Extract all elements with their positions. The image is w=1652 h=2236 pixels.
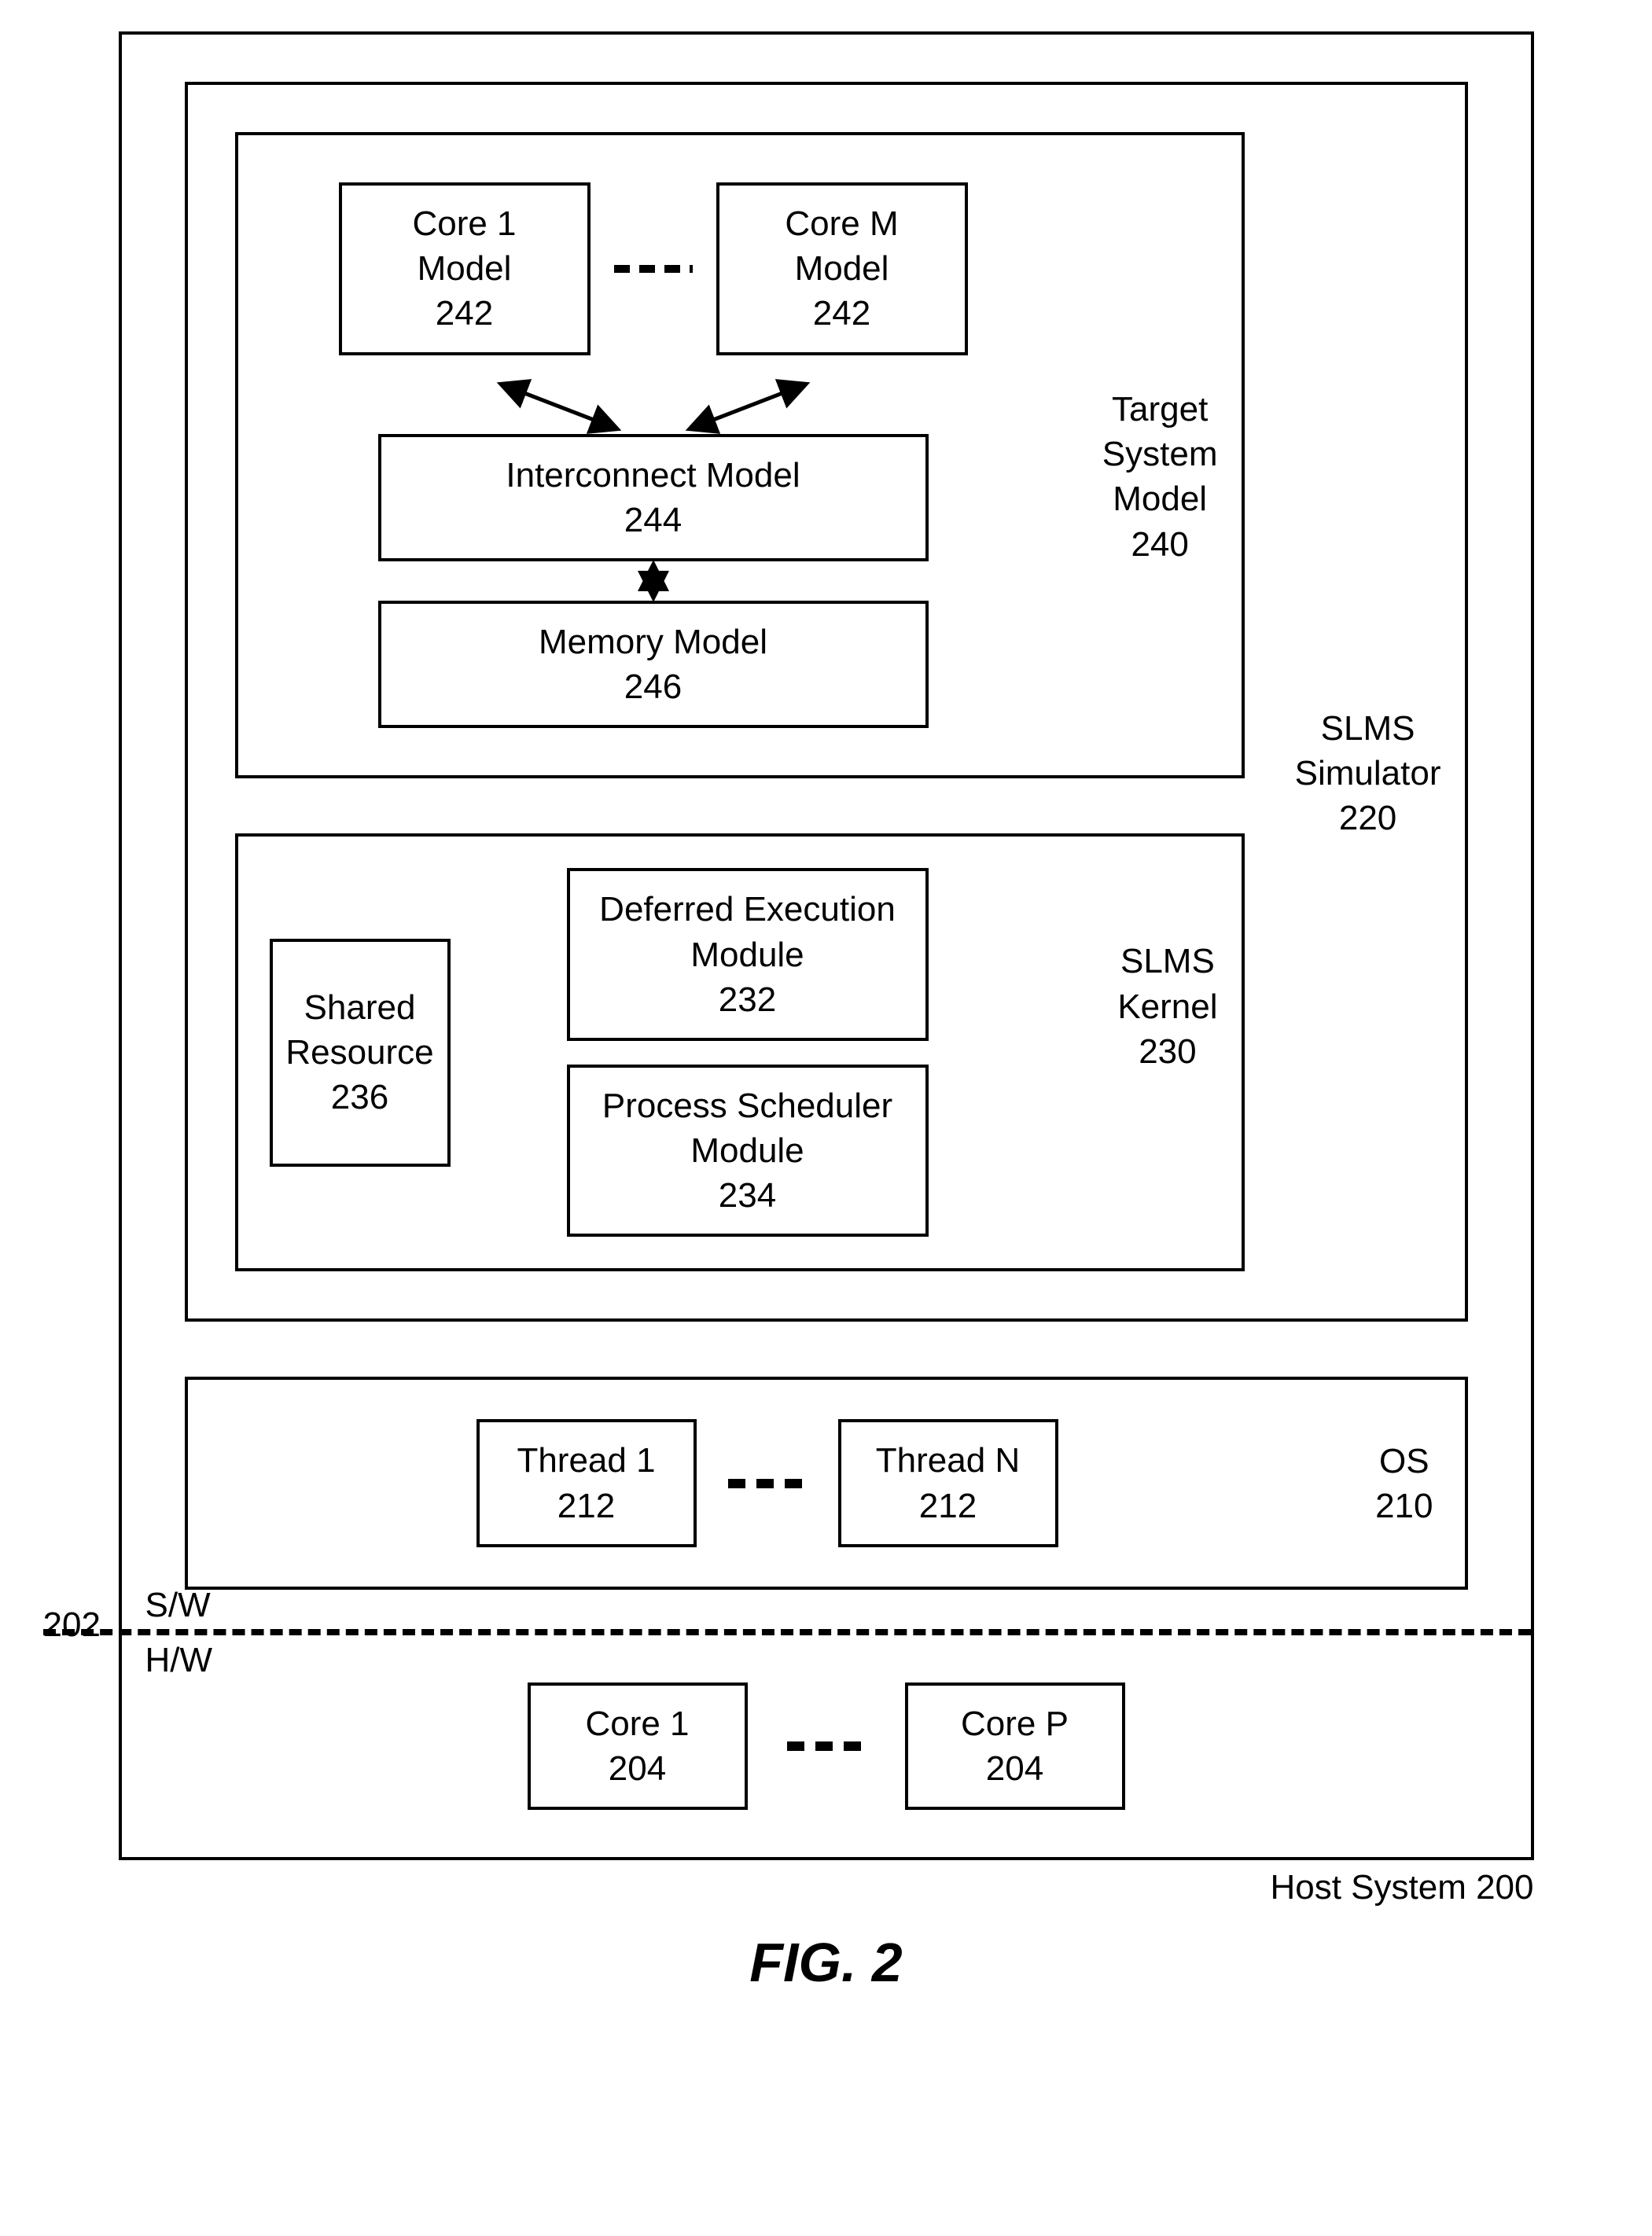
hw-cores-row: Core 1 204 Core P 204 [185, 1683, 1468, 1810]
core-1-model-box: Core 1 Model 242 [339, 182, 591, 355]
tsm-label-line2: System [1102, 432, 1218, 476]
kernel-label-line1: SLMS [1117, 939, 1217, 984]
thread-1-box: Thread 1 212 [476, 1419, 697, 1546]
slms-simulator-label: SLMS Simulator 220 [1295, 706, 1441, 841]
hw-sw-divider: 202 S/W H/W [185, 1629, 1468, 1635]
os-label-num: 210 [1375, 1484, 1433, 1528]
core-m-model-box: Core M Model 242 [716, 182, 968, 355]
memory-model-num: 246 [405, 664, 902, 709]
tsm-label-num: 240 [1102, 522, 1218, 567]
figure-title: FIG. 2 [31, 1931, 1621, 1994]
tsm-label-line1: Target [1102, 387, 1218, 432]
shared-resource-line2: Resource [285, 1030, 433, 1075]
core-1-model-num: 242 [366, 291, 564, 336]
ref-202-label: 202 [43, 1605, 101, 1645]
interconnect-model-name: Interconnect Model [405, 453, 902, 498]
slms-sim-num: 220 [1295, 796, 1441, 840]
process-sched-line1: Process Scheduler [594, 1083, 902, 1128]
thread-1-num: 212 [503, 1484, 670, 1528]
hw-core-p-box: Core P 204 [905, 1683, 1125, 1810]
dashed-connector-icon [614, 265, 693, 273]
kernel-label-line2: Kernel [1117, 984, 1217, 1029]
slms-sim-line1: SLMS [1295, 706, 1441, 751]
slms-kernel-container: Shared Resource 236 Deferred Execution M… [235, 833, 1245, 1271]
os-label: OS 210 [1375, 1438, 1433, 1528]
deferred-exec-line1: Deferred Execution [594, 887, 902, 932]
shared-resource-num: 236 [285, 1075, 433, 1120]
divider-dashed-line-icon [43, 1629, 1531, 1635]
os-container: Thread 1 212 Thread N 212 OS 210 [185, 1377, 1468, 1589]
core-m-model-name: Core M Model [743, 201, 941, 291]
core-1-model-name: Core 1 Model [366, 201, 564, 291]
deferred-exec-num: 232 [594, 977, 902, 1022]
thread-n-box: Thread N 212 [838, 1419, 1058, 1546]
process-scheduler-box: Process Scheduler Module 234 [567, 1065, 929, 1238]
kernel-label-num: 230 [1117, 1029, 1217, 1074]
thread-n-name: Thread N [865, 1438, 1032, 1483]
thread-ellipsis-icon [728, 1479, 807, 1488]
target-system-model-label: Target System Model 240 [1102, 387, 1218, 567]
hw-label: H/W [145, 1641, 213, 1680]
thread-n-num: 212 [865, 1484, 1032, 1528]
sw-label: S/W [145, 1586, 211, 1625]
core-to-interconnect-arrows-icon [362, 379, 944, 434]
interconnect-model-num: 244 [405, 498, 902, 542]
hw-core-1-name: Core 1 [554, 1701, 721, 1746]
core-ellipsis-icon [787, 1741, 866, 1751]
deferred-execution-box: Deferred Execution Module 232 [567, 868, 929, 1041]
slms-kernel-label: SLMS Kernel 230 [1117, 939, 1217, 1074]
process-sched-line2: Module [594, 1128, 902, 1173]
os-label-name: OS [1375, 1438, 1433, 1483]
host-system-container: Core 1 Model 242 Core M Model 242 [119, 31, 1534, 1860]
process-sched-num: 234 [594, 1173, 902, 1218]
core-models-row: Core 1 Model 242 Core M Model 242 [285, 182, 1021, 355]
thread-1-name: Thread 1 [503, 1438, 670, 1483]
tsm-label-line3: Model [1102, 476, 1218, 521]
shared-resource-line1: Shared [285, 985, 433, 1030]
hw-core-1-num: 204 [554, 1746, 721, 1791]
deferred-exec-line2: Module [594, 932, 902, 977]
core-m-model-num: 242 [743, 291, 941, 336]
interconnect-model-box: Interconnect Model 244 [378, 434, 929, 561]
memory-model-box: Memory Model 246 [378, 601, 929, 728]
shared-resource-box: Shared Resource 236 [270, 939, 451, 1167]
hw-core-1-box: Core 1 204 [528, 1683, 748, 1810]
slms-simulator-container: Core 1 Model 242 Core M Model 242 [185, 82, 1468, 1322]
host-system-label: Host System 200 [119, 1868, 1534, 1907]
interconnect-to-memory-arrow-icon [638, 561, 669, 601]
slms-sim-line2: Simulator [1295, 751, 1441, 796]
memory-model-name: Memory Model [405, 620, 902, 664]
kernel-modules-column: Deferred Execution Module 232 Process Sc… [474, 868, 1021, 1237]
hw-core-p-name: Core P [932, 1701, 1098, 1746]
target-system-model-container: Core 1 Model 242 Core M Model 242 [235, 132, 1245, 778]
hw-core-p-num: 204 [932, 1746, 1098, 1791]
